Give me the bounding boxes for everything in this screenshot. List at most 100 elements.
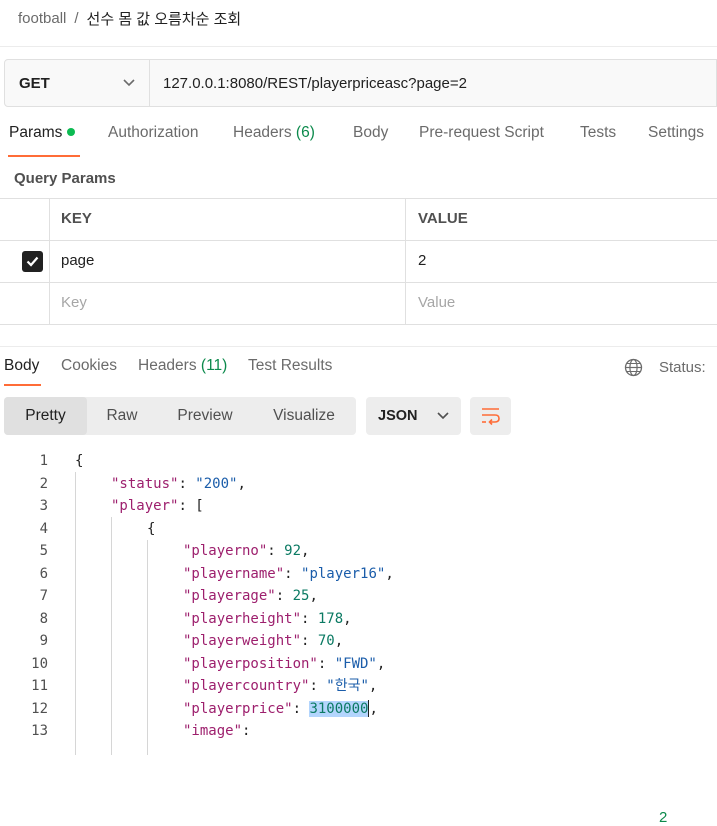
view-visualize-button[interactable]: Visualize [260,397,348,435]
url-input[interactable] [150,60,716,106]
json-key: "player" [111,498,179,514]
code-text: "playerno": 92, [183,543,310,559]
response-tabs: Body Cookies Headers (11) Test Results [0,357,717,387]
line-number: 13 [31,723,48,739]
code-line: 2 "status": "200", [0,473,717,496]
status-label: Status: [659,359,706,376]
json-value: 25 [292,588,310,604]
response-body-code[interactable]: 1{ 2 "status": "200", 3 "player": [ 4{ 5 "p… [0,450,717,755]
tab-cookies[interactable]: Cookies [61,357,117,375]
line-number: 10 [31,655,48,672]
tab-test-results[interactable]: Test Results [248,357,332,375]
code-line: 13 "image": [0,720,717,743]
line-number: 4 [39,520,48,537]
json-value: "200" [195,475,238,492]
tab-headers[interactable]: Headers (6) [233,124,315,142]
tab-params-label: Params [9,124,63,141]
tab-pre-request-script[interactable]: Pre-request Script [419,124,544,142]
new-param-row: Key Value [0,283,717,325]
request-tabs: Params Authorization Headers (6) Body Pr… [0,124,717,158]
json-key: "playerno" [183,543,268,559]
header-value-cell: VALUE [406,199,717,240]
line-number: 11 [31,678,48,694]
code-line: 7 "playerage": 25, [0,585,717,608]
code-line: 4{ [0,518,717,541]
method-label: GET [19,74,50,92]
check-icon [26,256,39,267]
tab-body[interactable]: Body [353,124,388,142]
json-value: 178 [317,610,344,627]
selected-json-value[interactable]: 3100000 [309,700,369,717]
new-key-input[interactable]: Key [49,283,406,324]
line-number: 12 [31,700,48,717]
code-text: "playercountry": "한국", [183,678,378,694]
breadcrumb-collection[interactable]: football [18,10,66,27]
tab-headers-count: (6) [295,124,315,141]
tab-response-body[interactable]: Body [4,357,39,375]
response-status: Status: 2 [659,359,706,826]
active-tab-indicator [8,155,80,157]
breadcrumb: football / 선수 몸 값 오름차순 조회 [18,8,241,29]
line-number: 8 [39,610,48,627]
code-text: "image": [183,723,251,739]
code-line: 12 "playerprice": 3100000, [0,698,717,721]
url-bar: GET [4,59,717,107]
request-title[interactable]: 선수 몸 값 오름차순 조회 [87,8,242,29]
view-pretty-button[interactable]: Pretty [4,397,87,435]
tab-response-headers-label: Headers [138,357,197,374]
param-value-cell[interactable]: 2 [406,241,717,282]
code-text: "playerweight": 70, [183,633,344,649]
code-line: 11 "playercountry": "한국", [0,675,717,698]
tab-tests[interactable]: Tests [580,124,616,142]
param-key-cell[interactable]: page [49,241,406,282]
format-select[interactable]: JSON [366,397,461,435]
json-value: 92 [284,543,302,559]
tab-headers-label: Headers [233,124,292,141]
method-select[interactable]: GET [5,60,150,106]
code-text: "playerheight": 178, [183,610,352,627]
code-line: 6 "playername": "player16", [0,563,717,586]
code-line: 8 "playerheight": 178, [0,608,717,631]
query-params-title: Query Params [14,170,116,187]
wrap-lines-button[interactable] [470,397,511,435]
tab-settings[interactable]: Settings [648,124,704,142]
params-table: KEY VALUE page 2 Key Value [0,198,717,325]
key-placeholder: Key [61,294,87,311]
tab-response-headers-count: (11) [200,357,228,374]
view-raw-button[interactable]: Raw [94,397,150,435]
empty-checkbox-cell [0,283,50,324]
json-value: "한국" [326,678,369,694]
param-checkbox[interactable] [22,251,43,272]
code-text: "playerprice": 3100000, [183,700,378,717]
view-preview-button[interactable]: Preview [164,397,246,435]
header-key-cell: KEY [49,199,406,240]
json-key: "playerweight" [183,633,302,649]
tab-authorization[interactable]: Authorization [108,124,198,142]
view-mode-group: Pretty Raw Preview Visualize [4,397,356,435]
line-number: 2 [39,475,48,492]
active-response-tab-indicator [4,384,41,386]
tab-test-results-label: Test Results [248,357,333,374]
line-number: 1 [39,453,48,469]
row-checkbox-cell [0,241,50,282]
table-row: page 2 [0,241,717,283]
line-number: 5 [39,543,48,559]
json-value: 70 [317,633,335,649]
tab-cookies-label: Cookies [61,357,117,374]
header-divider [0,46,717,47]
code-line: 10 "playerposition": "FWD", [0,653,717,676]
code-text: "status": "200", [111,475,246,492]
globe-icon[interactable] [624,358,643,377]
json-key: "playerheight" [183,610,302,627]
json-value: "FWD" [334,655,377,672]
new-value-input[interactable]: Value [406,283,717,324]
tab-params[interactable]: Params [9,124,76,142]
tab-tests-label: Tests [580,124,617,141]
line-number: 7 [39,588,48,604]
tab-settings-label: Settings [648,124,705,141]
tab-response-headers[interactable]: Headers (11) [138,357,227,375]
tab-body-label: Body [353,124,389,141]
response-divider[interactable] [0,346,717,347]
json-value: "player16" [301,565,386,582]
status-code[interactable]: 2 [659,809,717,826]
